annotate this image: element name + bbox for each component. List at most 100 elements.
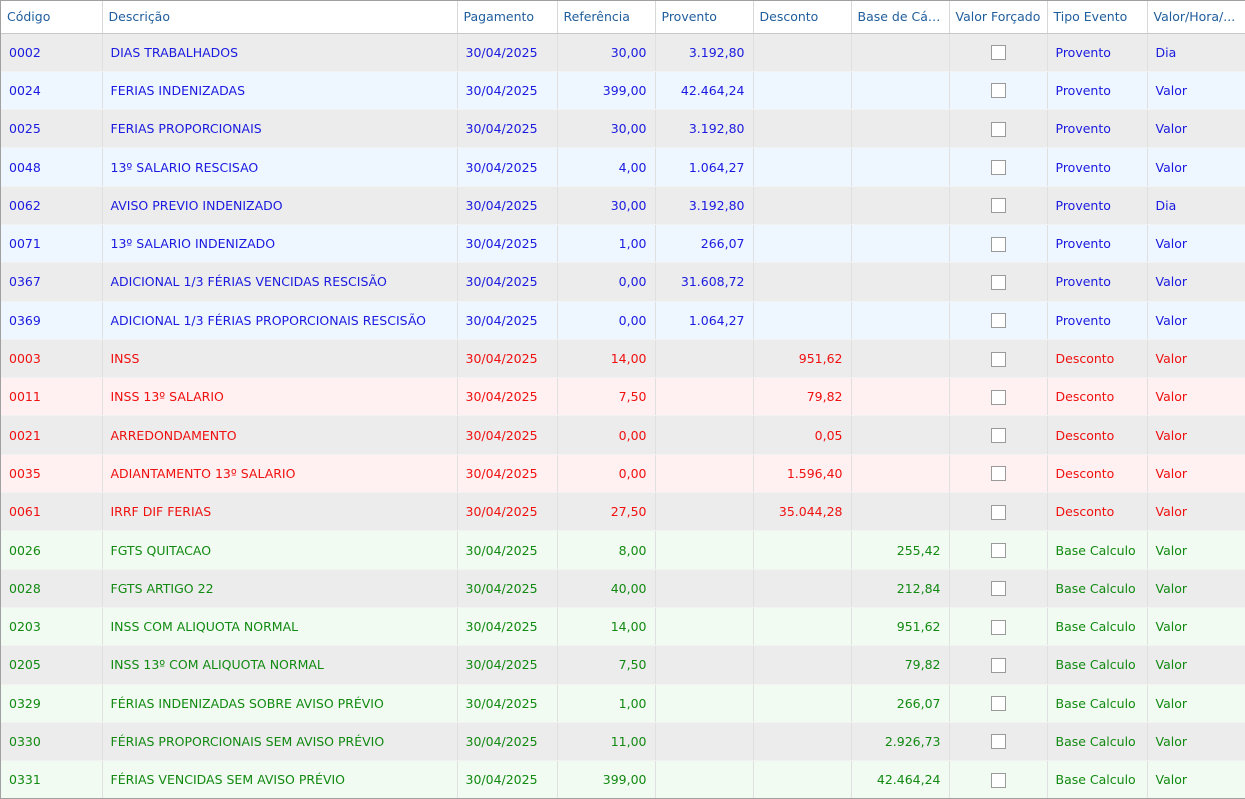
cell-pagamento: 30/04/2025 bbox=[457, 301, 558, 340]
cell-tipo-evento: Desconto bbox=[1047, 415, 1148, 455]
cell-codigo: 0203 bbox=[1, 607, 103, 647]
cell-pagamento: 30/04/2025 bbox=[457, 147, 558, 187]
table-row[interactable]: 0329 FÉRIAS INDENIZADAS SOBRE AVISO PRÉVI… bbox=[1, 684, 1245, 723]
valor-forcado-checkbox[interactable] bbox=[990, 351, 1006, 367]
table-row[interactable]: 0002 DIAS TRABALHADOS 30/04/2025 30,00 3.192… bbox=[1, 33, 1245, 72]
col-header-provento[interactable]: Provento bbox=[655, 1, 754, 34]
table-row[interactable]: 0021 ARREDONDAMENTO 30/04/2025 0,00 0,05 Desc… bbox=[1, 415, 1245, 455]
cell-codigo: 0021 bbox=[1, 415, 103, 455]
valor-forcado-checkbox[interactable] bbox=[990, 543, 1006, 558]
valor-forcado-checkbox[interactable] bbox=[990, 389, 1006, 405]
cell-desconto bbox=[753, 607, 852, 647]
col-header-valor-forcado[interactable]: Valor Forçado bbox=[949, 1, 1048, 34]
col-header-pagamento[interactable]: Pagamento bbox=[457, 1, 558, 34]
table-row[interactable]: 0330 FÉRIAS PROPORCIONAIS SEM AVISO PRÉVI… bbox=[1, 722, 1245, 762]
cell-descricao: FGTS ARTIGO 22 bbox=[102, 569, 458, 608]
cell-tipo-evento: Desconto bbox=[1047, 339, 1148, 379]
col-header-desconto[interactable]: Desconto bbox=[753, 1, 852, 34]
valor-forcado-checkbox[interactable] bbox=[990, 274, 1006, 290]
valor-forcado-checkbox[interactable] bbox=[990, 198, 1006, 214]
cell-base-calculo bbox=[851, 262, 950, 302]
cell-referencia: 0,00 bbox=[557, 415, 656, 455]
cell-tipo-evento: Base Calculo bbox=[1047, 645, 1148, 685]
cell-valor-hora-dia: Valor bbox=[1147, 262, 1245, 302]
cell-base-calculo: 266,07 bbox=[851, 684, 950, 723]
table-row[interactable]: 0062 AVISO PREVIO INDENIZADO 30/04/2025 30,… bbox=[1, 186, 1245, 225]
cell-codigo: 0035 bbox=[1, 454, 103, 494]
table-row[interactable]: 0011 INSS 13º SALARIO 30/04/2025 7,50 79,82 D… bbox=[1, 377, 1245, 417]
valor-forcado-checkbox[interactable] bbox=[990, 236, 1006, 252]
cell-referencia: 0,00 bbox=[557, 454, 656, 494]
table-row[interactable]: 0369 ADICIONAL 1/3 FÉRIAS PROPORCIONAIS R… bbox=[1, 301, 1245, 340]
col-header-descricao[interactable]: Descrição bbox=[102, 1, 458, 34]
cell-descricao: INSS bbox=[102, 339, 458, 379]
valor-forcado-checkbox[interactable] bbox=[990, 45, 1006, 61]
valor-forcado-checkbox[interactable] bbox=[990, 466, 1006, 482]
valor-forcado-checkbox[interactable] bbox=[990, 83, 1006, 99]
cell-descricao: ADICIONAL 1/3 FÉRIAS VENCIDAS RESCISÃO bbox=[102, 262, 458, 302]
cell-tipo-evento: Desconto bbox=[1047, 377, 1148, 417]
cell-provento: 1.064,27 bbox=[655, 301, 754, 340]
col-header-valor-hora-dia[interactable]: Valor/Hora/... bbox=[1147, 1, 1245, 34]
cell-codigo: 0025 bbox=[1, 109, 103, 149]
table-row[interactable]: 0024 FERIAS INDENIZADAS 30/04/2025 399,00 42… bbox=[1, 71, 1245, 111]
cell-tipo-evento: Base Calculo bbox=[1047, 684, 1148, 723]
cell-descricao: IRRF DIF FERIAS bbox=[102, 492, 458, 532]
col-header-base-calculo[interactable]: Base de Cálc... bbox=[851, 1, 950, 34]
table-row[interactable]: 0026 FGTS QUITACAO 30/04/2025 8,00 255,42 Bas… bbox=[1, 530, 1245, 570]
valor-forcado-checkbox[interactable] bbox=[990, 313, 1006, 329]
cell-descricao: FÉRIAS INDENIZADAS SOBRE AVISO PRÉVIO bbox=[102, 684, 458, 723]
cell-codigo: 0331 bbox=[1, 760, 103, 798]
cell-base-calculo bbox=[851, 224, 950, 264]
cell-provento bbox=[655, 645, 754, 685]
cell-valor-hora-dia: Dia bbox=[1147, 186, 1245, 225]
table-row[interactable]: 0035 ADIANTAMENTO 13º SALARIO 30/04/2025 0,… bbox=[1, 454, 1245, 494]
valor-forcado-checkbox[interactable] bbox=[990, 696, 1006, 712]
cell-valor-hora-dia: Valor bbox=[1147, 645, 1245, 685]
cell-codigo: 0205 bbox=[1, 645, 103, 685]
cell-provento: 42.464,24 bbox=[655, 71, 754, 111]
cell-descricao: DIAS TRABALHADOS bbox=[102, 33, 458, 72]
valor-forcado-checkbox[interactable] bbox=[990, 428, 1006, 444]
cell-descricao: FÉRIAS PROPORCIONAIS SEM AVISO PRÉVIO bbox=[102, 722, 458, 762]
cell-valor-forcado bbox=[949, 454, 1048, 494]
cell-desconto bbox=[753, 301, 852, 340]
table-row[interactable]: 0367 ADICIONAL 1/3 FÉRIAS VENCIDAS RESCIS… bbox=[1, 262, 1245, 302]
valor-forcado-checkbox[interactable] bbox=[990, 772, 1006, 788]
cell-referencia: 399,00 bbox=[557, 71, 656, 111]
valor-forcado-checkbox[interactable] bbox=[990, 734, 1006, 750]
valor-forcado-checkbox[interactable] bbox=[990, 581, 1006, 597]
cell-desconto bbox=[753, 262, 852, 302]
cell-referencia: 8,00 bbox=[557, 530, 656, 570]
col-header-codigo[interactable]: Código bbox=[1, 1, 103, 34]
cell-valor-hora-dia: Valor bbox=[1147, 607, 1245, 647]
valor-forcado-checkbox[interactable] bbox=[990, 504, 1006, 520]
table-row[interactable]: 0025 FERIAS PROPORCIONAIS 30/04/2025 30,00 3… bbox=[1, 109, 1245, 149]
cell-descricao: ARREDONDAMENTO bbox=[102, 415, 458, 455]
cell-valor-forcado bbox=[949, 377, 1048, 417]
valor-forcado-checkbox[interactable] bbox=[990, 657, 1006, 673]
cell-base-calculo: 255,42 bbox=[851, 530, 950, 570]
cell-tipo-evento: Provento bbox=[1047, 33, 1148, 72]
valor-forcado-checkbox[interactable] bbox=[990, 160, 1006, 176]
cell-base-calculo bbox=[851, 109, 950, 149]
valor-forcado-checkbox[interactable] bbox=[990, 619, 1006, 635]
table-row[interactable]: 0203 INSS COM ALIQUOTA NORMAL 30/04/2025 14… bbox=[1, 607, 1245, 647]
table-row[interactable]: 0048 13º SALARIO RESCISAO 30/04/2025 4,00 1.… bbox=[1, 147, 1245, 187]
valor-forcado-checkbox[interactable] bbox=[990, 121, 1006, 137]
cell-valor-forcado bbox=[949, 301, 1048, 340]
cell-pagamento: 30/04/2025 bbox=[457, 722, 558, 762]
col-header-referencia[interactable]: Referência bbox=[557, 1, 656, 34]
col-header-tipo-evento[interactable]: Tipo Evento bbox=[1047, 1, 1148, 34]
table-row[interactable]: 0003 INSS 30/04/2025 14,00 951,62 Desconto Val… bbox=[1, 339, 1245, 379]
cell-descricao: FGTS QUITACAO bbox=[102, 530, 458, 570]
cell-tipo-evento: Base Calculo bbox=[1047, 760, 1148, 798]
table-row[interactable]: 0071 13º SALARIO INDENIZADO 30/04/2025 1,00… bbox=[1, 224, 1245, 264]
cell-valor-forcado bbox=[949, 607, 1048, 647]
table-row[interactable]: 0205 INSS 13º COM ALIQUOTA NORMAL 30/04/20… bbox=[1, 645, 1245, 685]
table-row[interactable]: 0028 FGTS ARTIGO 22 30/04/2025 40,00 212,84 B… bbox=[1, 569, 1245, 608]
cell-referencia: 1,00 bbox=[557, 224, 656, 264]
cell-descricao: 13º SALARIO RESCISAO bbox=[102, 147, 458, 187]
table-row[interactable]: 0061 IRRF DIF FERIAS 30/04/2025 27,50 35.044… bbox=[1, 492, 1245, 532]
table-row[interactable]: 0331 FÉRIAS VENCIDAS SEM AVISO PRÉVIO 30/0… bbox=[1, 760, 1245, 798]
